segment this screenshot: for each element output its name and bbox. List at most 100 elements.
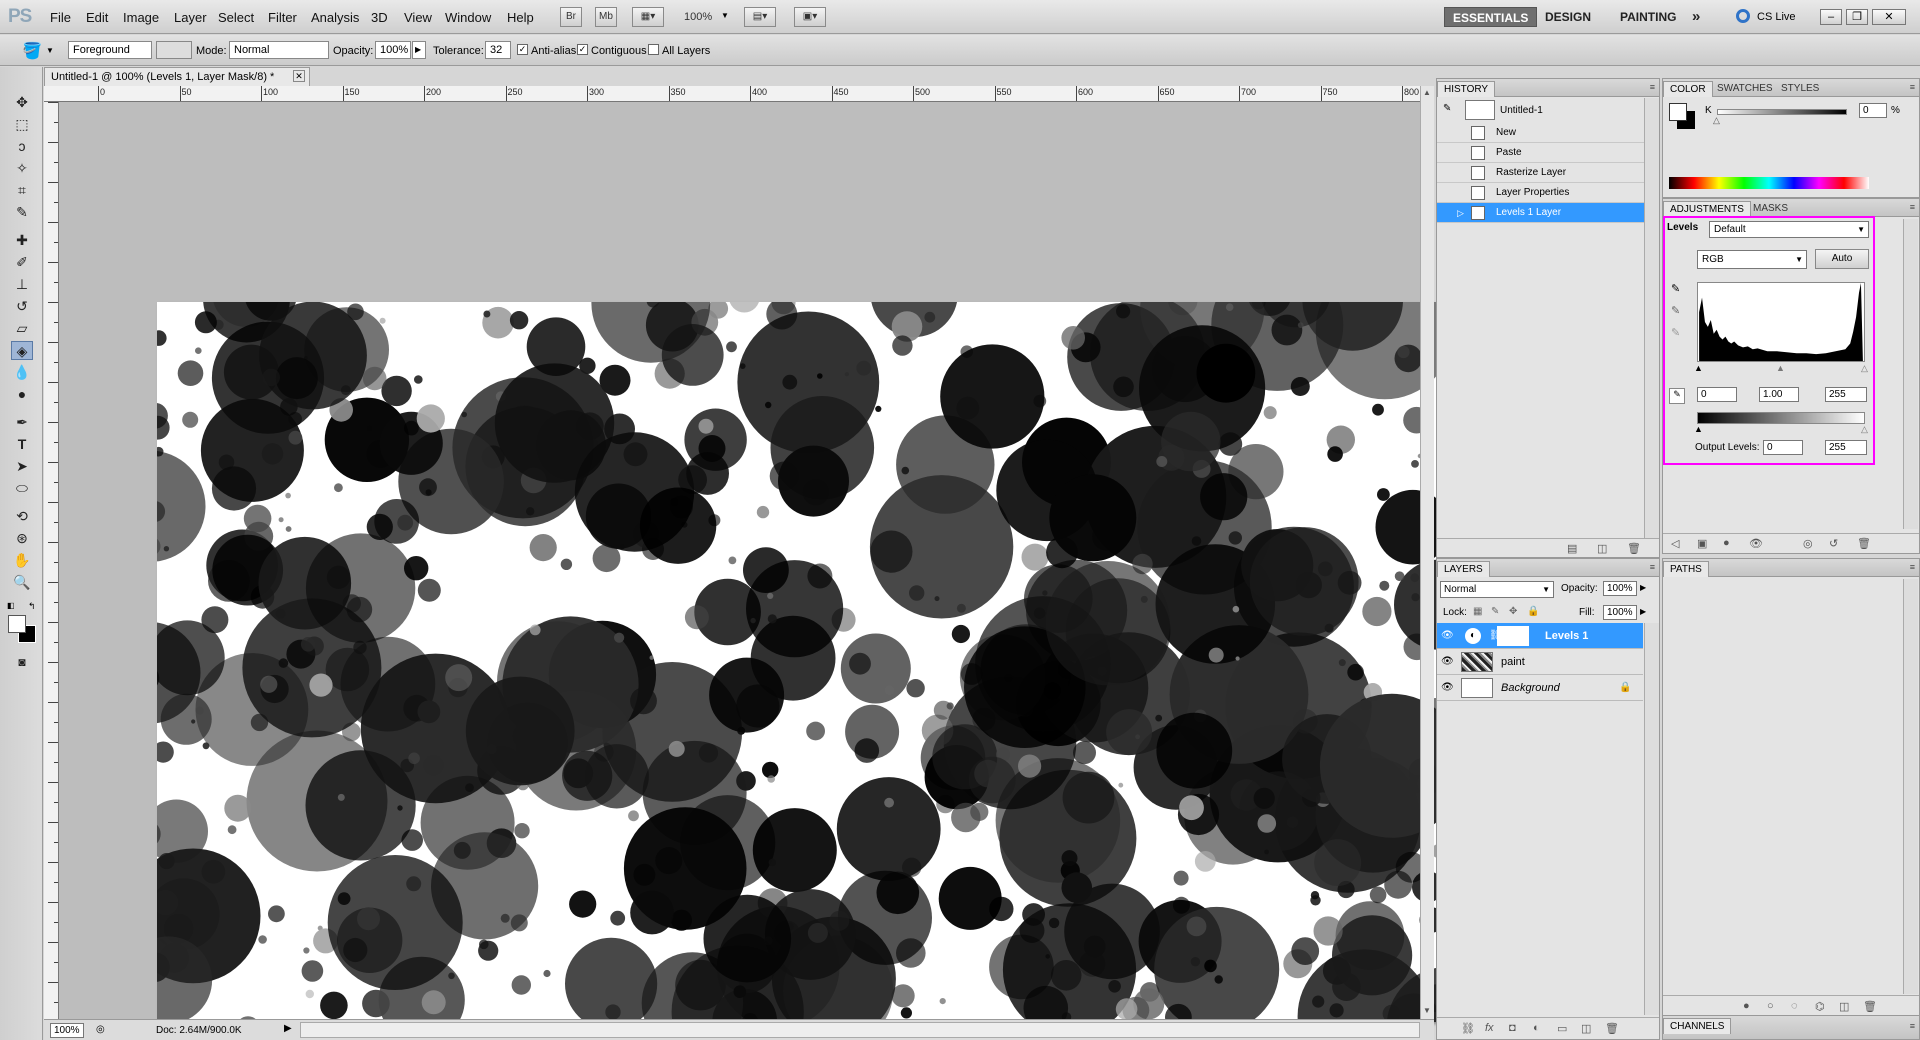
menu-help[interactable]: Help	[507, 10, 534, 25]
cs-live-button[interactable]: CS Live	[1757, 11, 1796, 23]
marquee-tool-icon[interactable]: ⬚	[11, 115, 33, 134]
return-to-list-icon[interactable]: ◁	[1671, 537, 1679, 550]
mode-dropdown[interactable]: Normal	[229, 41, 329, 59]
clone-stamp-tool-icon[interactable]: ⊥	[11, 275, 33, 294]
zoom-level-dropdown[interactable]: 100%	[684, 11, 712, 23]
quick-select-tool-icon[interactable]: ✧	[11, 159, 33, 178]
workspace-design[interactable]: DESIGN	[1537, 7, 1599, 27]
black-point-eyedropper-icon[interactable]: ✎	[1671, 282, 1680, 295]
history-brush-tool-icon[interactable]: ↺	[11, 297, 33, 316]
hand-tool-icon[interactable]: ✋	[11, 551, 33, 570]
healing-brush-tool-icon[interactable]: ✚	[11, 231, 33, 250]
shape-tool-icon[interactable]: ⬭	[11, 479, 33, 498]
history-item[interactable]: New	[1437, 123, 1644, 143]
input-white-slider-icon[interactable]: △	[1861, 363, 1868, 374]
trash-icon[interactable]: 🗑	[1863, 1000, 1877, 1013]
output-black-field[interactable]: 0	[1763, 440, 1803, 455]
white-point-eyedropper-icon[interactable]: ✎	[1671, 326, 1680, 339]
fill-input[interactable]: 100%	[1603, 605, 1637, 620]
opacity-input[interactable]: 100%	[375, 41, 411, 59]
tab-layers[interactable]: LAYERS	[1437, 561, 1490, 577]
document-tab[interactable]: Untitled-1 @ 100% (Levels 1, Layer Mask/…	[44, 67, 310, 86]
arrange-documents-button[interactable]: ▤▾	[744, 7, 776, 27]
output-white-field[interactable]: 255	[1825, 440, 1867, 455]
expanded-view-icon[interactable]: ▣	[1697, 537, 1707, 550]
brush-tool-icon[interactable]: ✐	[11, 253, 33, 272]
horizontal-scrollbar[interactable]	[300, 1022, 1420, 1038]
status-zoom-field[interactable]: 100%	[50, 1023, 84, 1038]
pattern-picker[interactable]	[156, 41, 192, 59]
bridge-button[interactable]: Br	[560, 7, 582, 27]
tab-adjustments[interactable]: ADJUSTMENTS	[1663, 201, 1751, 217]
menu-analysis[interactable]: Analysis	[311, 10, 359, 25]
history-item[interactable]: Rasterize Layer	[1437, 163, 1644, 183]
history-brush-source-icon[interactable]: ✎	[1443, 103, 1455, 117]
new-document-from-state-icon[interactable]: ▤	[1567, 542, 1577, 555]
trash-icon[interactable]: 🗑	[1857, 537, 1871, 550]
eraser-tool-icon[interactable]: ▱	[11, 319, 33, 338]
status-preview-icon[interactable]: ◎	[96, 1024, 105, 1035]
layer-mask-thumbnail[interactable]	[1497, 626, 1529, 646]
panel-menu-icon[interactable]: ≡	[1650, 82, 1655, 92]
move-tool-icon[interactable]: ✥	[11, 93, 33, 112]
auto-button[interactable]: Auto	[1815, 249, 1869, 269]
zoom-tool-icon[interactable]: 🔍	[11, 573, 33, 592]
vertical-scrollbar[interactable]: ▲ ▼	[1420, 86, 1434, 1019]
clipping-warning-icon[interactable]: ✎	[1669, 388, 1685, 404]
menu-3d[interactable]: 3D	[371, 10, 388, 25]
stroke-path-icon[interactable]: ○	[1767, 1000, 1774, 1012]
load-selection-icon[interactable]: ◌	[1791, 1000, 1798, 1012]
type-tool-icon[interactable]: T	[11, 435, 33, 454]
color-ramp[interactable]	[1669, 177, 1869, 189]
fill-path-icon[interactable]: ●	[1743, 1000, 1750, 1012]
eye-icon[interactable]: 👁	[1441, 656, 1454, 667]
menu-view[interactable]: View	[404, 10, 432, 25]
paint-bucket-tool-icon[interactable]: ◈	[11, 341, 33, 360]
lasso-tool-icon[interactable]: ↄ	[11, 137, 33, 156]
menu-edit[interactable]: Edit	[86, 10, 108, 25]
new-path-icon[interactable]: ◫	[1839, 1000, 1849, 1013]
trash-icon[interactable]: 🗑	[1627, 542, 1641, 555]
menu-layer[interactable]: Layer	[174, 10, 207, 25]
link-layers-icon[interactable]: ⛓	[1461, 1022, 1475, 1035]
adjustments-scrollbar[interactable]	[1903, 219, 1918, 529]
history-scrollbar[interactable]	[1644, 98, 1659, 538]
tab-masks[interactable]: MASKS	[1747, 201, 1794, 217]
gray-point-eyedropper-icon[interactable]: ✎	[1671, 304, 1680, 317]
panel-menu-icon[interactable]: ≡	[1650, 562, 1655, 572]
lock-position-icon[interactable]: ✥	[1509, 606, 1517, 617]
input-black-slider-icon[interactable]: ▲	[1694, 363, 1703, 373]
input-gamma-field[interactable]: 1.00	[1759, 387, 1799, 402]
panel-menu-icon[interactable]: ≡	[1910, 82, 1915, 92]
workspace-more[interactable]: »	[1684, 7, 1708, 27]
panel-menu-icon[interactable]: ≡	[1910, 202, 1915, 212]
menu-file[interactable]: File	[50, 10, 71, 25]
tool-preset-picker[interactable]: ▼	[46, 46, 54, 55]
default-colors-icon[interactable]: ◧	[7, 601, 15, 610]
3d-rotate-tool-icon[interactable]: ⟲	[11, 507, 33, 526]
layer-row-paint[interactable]: 👁 paint	[1437, 649, 1643, 675]
path-selection-tool-icon[interactable]: ➤	[11, 457, 33, 476]
history-item[interactable]: Layer Properties	[1437, 183, 1644, 203]
opacity-slider-button[interactable]: ▶	[412, 41, 426, 59]
quick-mask-icon[interactable]: ◙	[11, 653, 33, 672]
tab-swatches[interactable]: SWATCHES	[1711, 81, 1779, 97]
menu-image[interactable]: Image	[123, 10, 159, 25]
k-slider[interactable]	[1717, 109, 1847, 115]
workspace-painting[interactable]: PAINTING	[1612, 7, 1684, 27]
levels-preset-dropdown[interactable]: Default ▼	[1709, 221, 1869, 238]
scroll-down-icon[interactable]: ▼	[1423, 1006, 1431, 1015]
workspace-essentials[interactable]: ESSENTIALS	[1444, 7, 1538, 27]
paths-scrollbar[interactable]	[1903, 579, 1918, 994]
view-extras-button[interactable]: ▦▾	[632, 7, 664, 27]
foreground-color-chip[interactable]	[1669, 103, 1687, 121]
eyedropper-tool-icon[interactable]: ✎	[11, 203, 33, 222]
input-white-field[interactable]: 255	[1825, 387, 1867, 402]
previous-state-icon[interactable]: ◎	[1803, 537, 1813, 550]
slider-handle-icon[interactable]: △	[1713, 115, 1720, 126]
restore-button[interactable]: ❐	[1846, 9, 1868, 25]
dodge-tool-icon[interactable]: ●	[11, 385, 33, 404]
panel-menu-icon[interactable]: ≡	[1910, 562, 1915, 572]
antialias-checkbox[interactable]: ✓	[517, 44, 528, 55]
layer-row-levels[interactable]: 👁 ◐ ⛓ Levels 1	[1437, 623, 1643, 649]
